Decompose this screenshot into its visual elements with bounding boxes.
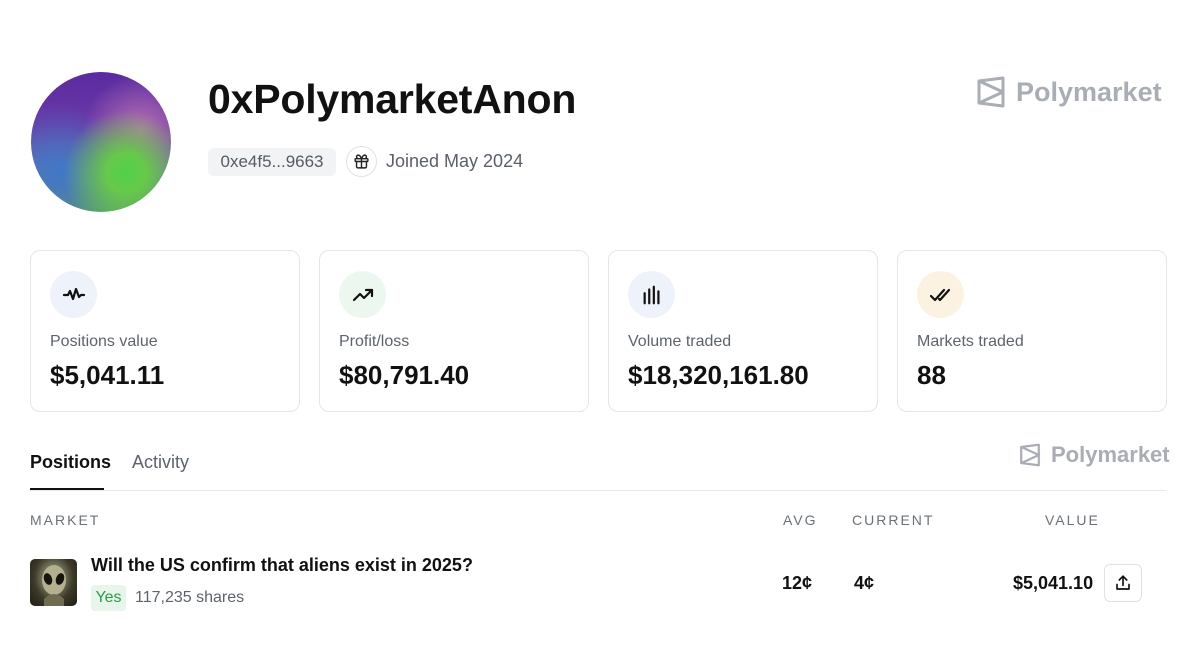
stat-label: Profit/loss [339,333,410,350]
current-price: 4¢ [854,573,875,593]
outcome-badge: Yes [91,585,126,611]
username: 0xPolymarketAnon [208,76,577,122]
polymarket-logo-icon [977,76,1005,108]
stat-card-volume-traded: Volume traded $18,320,161.80 [608,250,878,412]
joined-date: Joined May 2024 [386,151,524,171]
column-header-value: VALUE [1045,512,1100,528]
stat-label: Volume traded [628,333,732,350]
gift-icon [354,154,369,169]
tabs-divider [30,490,1167,491]
stat-value: $18,320,161.80 [628,360,809,390]
profile-page: 0xPolymarketAnon 0xe4f5...9663 Joined Ma… [0,0,1200,645]
tab-positions[interactable]: Positions [30,452,111,473]
stat-label: Markets traded [917,333,1024,350]
column-header-current: CURRENT [852,512,935,528]
stat-card-profit-loss: Profit/loss $80,791.40 [319,250,589,412]
trending-up-icon [339,271,386,318]
stat-value: $80,791.40 [339,360,470,390]
gift-button[interactable] [346,146,377,177]
stat-card-markets-traded: Markets traded 88 [897,250,1167,412]
stat-label: Positions value [50,333,158,350]
wallet-address-chip[interactable]: 0xe4f5...9663 [208,148,336,176]
stat-card-positions-value: Positions value $5,041.11 [30,250,300,412]
market-title[interactable]: Will the US confirm that aliens exist in… [91,555,473,576]
column-header-market: MARKET [30,512,101,528]
bar-chart-icon [628,271,675,318]
column-header-avg: AVG [783,512,818,528]
avg-price: 12¢ [782,573,813,593]
polymarket-logo: Polymarket [976,76,1162,108]
stat-value: 88 [917,360,946,390]
tab-activity[interactable]: Activity [132,452,189,473]
polymarket-logo-text: Polymarket [1051,442,1170,467]
share-button[interactable] [1104,564,1142,602]
position-value: $5,041.10 [1013,573,1094,593]
polymarket-logo-icon [1020,443,1040,467]
shares-count: 117,235 shares [135,589,245,606]
polymarket-logo-text: Polymarket [1016,76,1162,107]
share-upload-icon [1116,575,1130,590]
avatar [31,72,171,212]
market-thumbnail [30,559,77,606]
activity-pulse-icon [50,271,97,318]
polymarket-watermark: Polymarket [1019,442,1170,468]
double-check-icon [917,271,964,318]
stat-value: $5,041.11 [50,360,165,390]
